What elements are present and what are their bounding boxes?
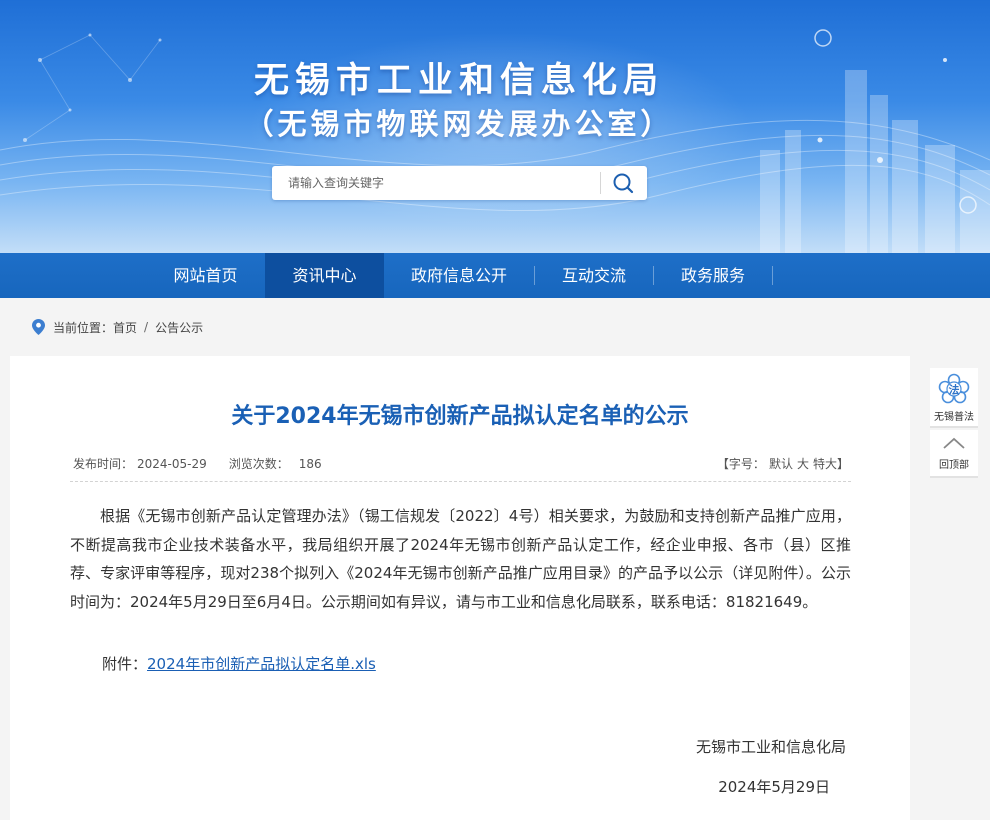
signature-org: 无锡市工业和信息化局 <box>695 738 846 756</box>
article-meta: 发布时间： 2024-05-29 浏览次数： 186 【字号： 默认大特大】 <box>73 455 849 473</box>
search-divider <box>600 172 601 194</box>
attachment-link[interactable]: 2024年市创新产品拟认定名单.xls <box>147 655 376 673</box>
font-size-default[interactable]: 默认 <box>769 457 793 471</box>
nav-item-interaction[interactable]: 互动交流 <box>535 253 653 298</box>
nav-item-services[interactable]: 政务服务 <box>654 253 772 298</box>
nav-item-gov-info[interactable]: 政府信息公开 <box>384 253 534 298</box>
back-to-top-button[interactable]: 回顶部 <box>930 430 978 478</box>
views-label: 浏览次数： <box>228 457 289 471</box>
pufa-icon-text: 法 <box>949 383 960 397</box>
breadcrumb-current[interactable]: 公告公示 <box>155 319 203 336</box>
header-banner: 无锡市工业和信息化局 （无锡市物联网发展办公室） <box>0 0 990 253</box>
publish-label: 发布时间： <box>73 457 134 471</box>
back-to-top-label: 回顶部 <box>939 460 969 471</box>
font-size-large[interactable]: 大 <box>797 457 809 471</box>
breadcrumb-home[interactable]: 首页 <box>113 319 137 336</box>
signature-date: 2024年5月29日 <box>718 778 830 796</box>
pufa-widget[interactable]: 法 无锡普法 <box>930 368 978 428</box>
pufa-label: 无锡普法 <box>934 412 974 423</box>
font-size-bracket-open: 【 <box>716 457 729 471</box>
breadcrumb-separator: / <box>144 320 149 334</box>
site-title: 无锡市工业和信息化局 <box>253 61 664 101</box>
font-size-label: 字号： <box>728 457 765 471</box>
search-box <box>272 166 647 200</box>
search-input[interactable] <box>282 166 602 200</box>
search-icon <box>613 173 634 194</box>
site-subtitle: （无锡市物联网发展办公室） <box>244 107 674 141</box>
article-title: 关于2024年无锡市创新产品拟认定名单的公示 <box>231 404 689 429</box>
nav-item-home[interactable]: 网站首页 <box>146 253 265 298</box>
publish-date: 2024-05-29 <box>137 457 207 471</box>
font-size-xlarge[interactable]: 特大 <box>813 457 837 471</box>
meta-divider <box>70 481 851 482</box>
views-count: 186 <box>298 457 322 471</box>
attachment-label: 附件： <box>102 655 148 673</box>
nav-item-news[interactable]: 资讯中心 <box>265 253 384 298</box>
pufa-logo-icon: 法 <box>938 373 970 404</box>
article-body: 根据《无锡市创新产品认定管理办法》（锡工信规发〔2022〕4号）相关要求，为鼓励… <box>70 507 851 611</box>
font-size-bracket-close: 】 <box>836 457 849 471</box>
location-pin-icon <box>32 319 45 335</box>
main-nav: 网站首页 资讯中心 政府信息公开 互动交流 政务服务 <box>0 253 990 298</box>
font-size-switcher: 【字号： 默认大特大】 <box>717 455 849 472</box>
attachment-row: 附件：2024年市创新产品拟认定名单.xls <box>102 653 376 674</box>
chevron-up-icon <box>943 437 965 449</box>
nav-separator <box>772 266 773 285</box>
breadcrumb: 当前位置： 首页 / 公告公示 <box>32 317 203 337</box>
search-button[interactable] <box>606 166 640 200</box>
breadcrumb-prefix: 当前位置： <box>53 320 114 335</box>
